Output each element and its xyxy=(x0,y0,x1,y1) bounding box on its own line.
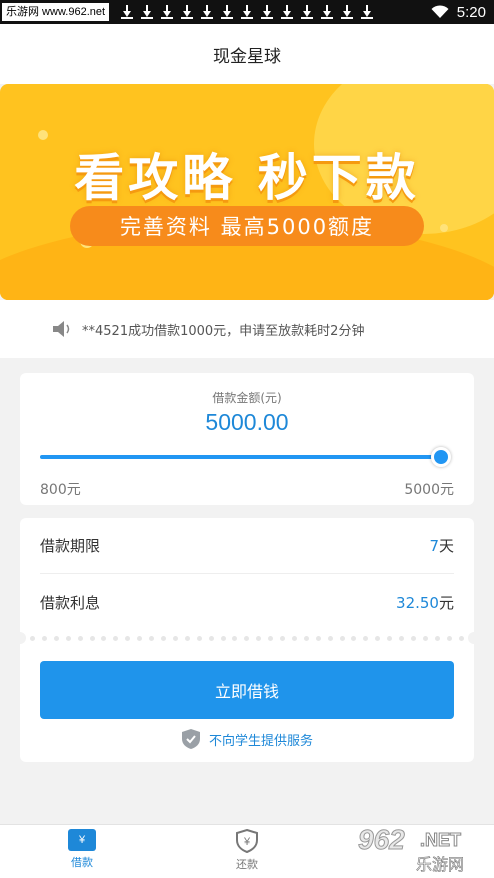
notice-text: **4521成功借款1000元，申请至放款耗时2分钟 xyxy=(82,323,365,339)
ticket-icon: ¥ xyxy=(68,829,96,851)
download-icon xyxy=(361,5,374,19)
banner-dot xyxy=(440,224,448,232)
student-notice-text: 不向学生提供服务 xyxy=(208,733,313,749)
watermark-label: 乐游网 www.962.net xyxy=(2,3,110,21)
borrow-now-button[interactable]: 立即借钱 xyxy=(40,661,454,719)
term-number: 7 xyxy=(429,537,439,555)
app-header: 现金星球 xyxy=(0,24,494,84)
clock: 5:20 xyxy=(456,3,486,21)
amount-slider[interactable] xyxy=(40,455,442,459)
download-icon xyxy=(161,5,174,19)
download-icons xyxy=(121,5,374,19)
watermark-domain: .NET xyxy=(419,830,462,851)
tab-borrow[interactable]: ¥ 借款 xyxy=(42,829,122,870)
banner-subline: 完善资料 最高5000额度 xyxy=(70,206,424,246)
interest-unit: 元 xyxy=(438,593,454,612)
range-min-label: 800元 xyxy=(40,482,81,498)
banner-headline: 看攻略 秒下款 xyxy=(74,149,420,207)
terms-card: 借款期限 7天 借款利息 32.50元 立即借钱 不向学生提供服务 xyxy=(14,518,480,762)
shield-yen-symbol: ¥ xyxy=(243,836,251,848)
amount-label: 借款金额(元) xyxy=(212,391,282,405)
status-bar: 乐游网 www.962.net 5:20 xyxy=(0,0,494,24)
download-icon xyxy=(121,5,134,19)
speaker-icon xyxy=(53,321,70,337)
term-row[interactable]: 借款期限 7天 xyxy=(40,518,454,574)
term-label: 借款期限 xyxy=(40,537,101,555)
download-icon xyxy=(221,5,234,19)
student-notice: 不向学生提供服务 xyxy=(20,728,474,750)
tab-repay[interactable]: ¥ 还款 xyxy=(207,829,287,872)
site-watermark: 962 .NET 乐游网 xyxy=(358,824,488,875)
interest-row: 借款利息 32.50元 xyxy=(40,574,454,630)
term-value: 7天 xyxy=(429,535,454,556)
tab-borrow-label: 借款 xyxy=(71,856,93,869)
download-icon xyxy=(321,5,334,19)
tab-repay-label: 还款 xyxy=(236,858,258,871)
download-icon xyxy=(241,5,254,19)
amount-card: 借款金额(元) 5000.00 800元 5000元 xyxy=(20,373,474,505)
download-icon xyxy=(141,5,154,19)
amount-value: 5000.00 xyxy=(205,409,289,435)
watermark-number: 962 xyxy=(358,824,406,856)
download-icon xyxy=(301,5,314,19)
wifi-icon xyxy=(431,5,449,18)
interest-value: 32.50元 xyxy=(396,592,454,613)
slider-handle[interactable] xyxy=(431,447,451,467)
interest-label: 借款利息 xyxy=(40,593,101,612)
perforation-divider xyxy=(20,630,474,646)
range-max-label: 5000元 xyxy=(404,482,454,498)
download-icon xyxy=(181,5,194,19)
download-icon xyxy=(261,5,274,19)
watermark-name: 乐游网 xyxy=(416,855,465,875)
page-title: 现金星球 xyxy=(213,46,281,67)
term-unit: 天 xyxy=(438,537,454,555)
download-icon xyxy=(281,5,294,19)
shield-yen-icon: ¥ xyxy=(236,829,258,853)
loan-notice: **4521成功借款1000元，申请至放款耗时2分钟 xyxy=(0,300,494,358)
shield-check-icon xyxy=(181,729,200,749)
download-icon xyxy=(341,5,354,19)
download-icon xyxy=(201,5,214,19)
interest-number: 32.50 xyxy=(396,593,439,612)
